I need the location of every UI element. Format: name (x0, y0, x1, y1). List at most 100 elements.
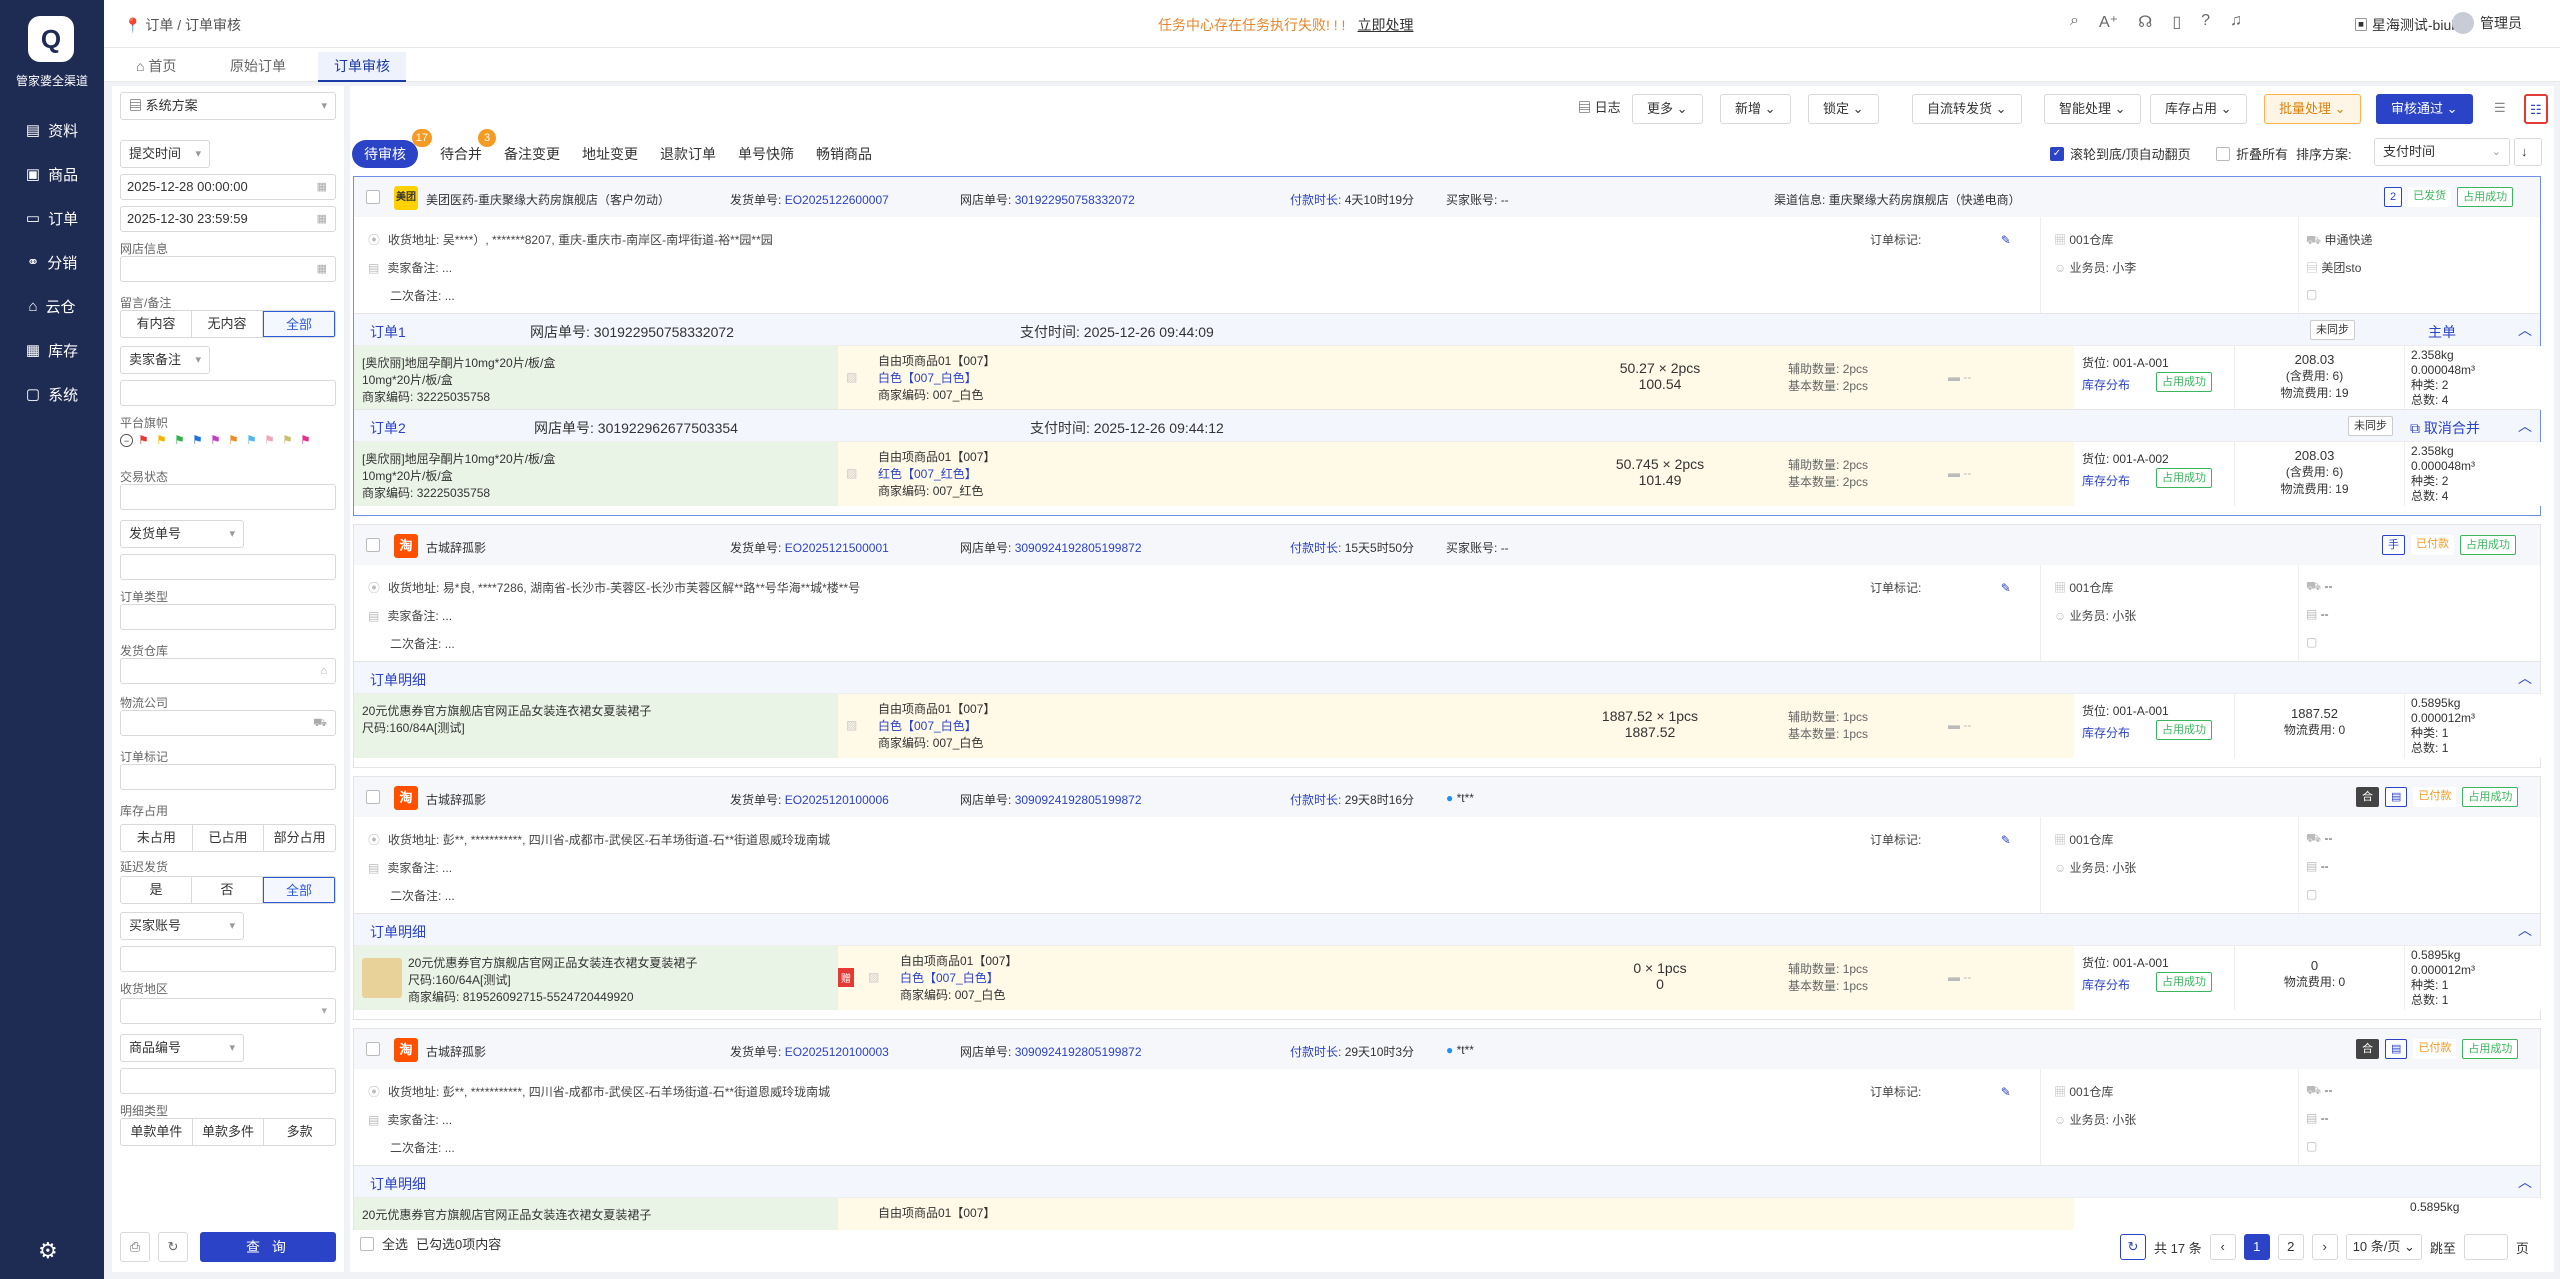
handle-now-link[interactable]: 立即处理 (1357, 17, 1413, 33)
start-time-input[interactable]: 2025-12-28 00:00:00 ▦ (120, 174, 336, 200)
nav-item-inventory[interactable]: ▦ 库存 (0, 330, 104, 370)
region-input[interactable]: ▾ (120, 998, 336, 1024)
nav-item-distribution[interactable]: ⚭ 分销 (0, 242, 104, 282)
edit-icon[interactable]: ✎ (2001, 1085, 2011, 1099)
nav-item-system[interactable]: ▢ 系统 (0, 374, 104, 414)
red-flag-icon[interactable]: ⚑ (138, 434, 151, 447)
scroll-paging-option[interactable]: ✓ 滚轮到底/顶自动翻页 (2050, 144, 2191, 163)
collapse-icon[interactable]: ︿ (2518, 668, 2532, 688)
fold-all-option[interactable]: 折叠所有 (2216, 144, 2288, 163)
tab-note-change[interactable]: 备注变更 (504, 140, 560, 168)
lightblue-flag-icon[interactable]: ⚑ (246, 434, 259, 447)
order-checkbox[interactable] (366, 790, 380, 804)
logistics-input[interactable]: ⛟ (120, 710, 336, 736)
order-card[interactable]: 淘 古城辞孤影 发货单号: EO2025120100003 网店单号: 3090… (353, 1028, 2542, 1230)
reset-icon[interactable]: ↻ (158, 1232, 188, 1262)
ship-no-input[interactable] (120, 554, 336, 580)
tab-refund[interactable]: 退款订单 (660, 140, 716, 168)
auto-ship-button[interactable]: 自流转发货 ⌄ (1912, 94, 2022, 124)
more-button[interactable]: 更多 ⌄ (1632, 94, 1703, 124)
buyer-input[interactable] (120, 946, 336, 972)
next-page-icon[interactable]: › (2311, 1234, 2338, 1260)
orange-flag-icon[interactable]: ⚑ (228, 434, 241, 447)
time-type-select[interactable]: 提交时间 ▾ (120, 140, 210, 168)
seller-note-select[interactable]: 卖家备注 ▾ (120, 346, 210, 374)
seller-note-input[interactable] (120, 380, 336, 406)
lock-button[interactable]: 锁定 ⌄ (1808, 94, 1879, 124)
stock-occupied[interactable]: 已占用 (193, 825, 265, 851)
batch-process-button[interactable]: 批量处理 ⌄ (2264, 94, 2361, 124)
log-button[interactable]: ▤ 日志 (1564, 94, 1635, 124)
no-flag-icon[interactable]: − (120, 434, 133, 447)
delay-yes[interactable]: 是 (121, 877, 192, 903)
pink-flag-icon[interactable]: ⚑ (264, 434, 277, 447)
order-checkbox[interactable] (366, 538, 380, 552)
search-icon[interactable]: ⌕ (2070, 12, 2079, 32)
scheme-select[interactable]: ▤ 系统方案 ▾ (120, 92, 336, 120)
approve-button[interactable]: 审核通过 ⌄ (2376, 94, 2473, 124)
stock-distribution-link[interactable]: 库存分布 (2082, 724, 2130, 741)
smart-process-button[interactable]: 智能处理 ⌄ (2044, 94, 2141, 124)
user-menu[interactable]: 管理员 (2452, 12, 2522, 34)
tab-order-review[interactable]: 订单审核 (318, 52, 406, 82)
stock-partial[interactable]: 部分占用 (264, 825, 335, 851)
order-card[interactable]: 美团 美团医药-重庆聚缘大药房旗舰店（客户勿动） 发货单号: EO2025122… (353, 176, 2542, 516)
cancel-merge-button[interactable]: ⧉ 取消合并 (2410, 418, 2480, 438)
font-size-icon[interactable]: A⁺ (2099, 12, 2118, 32)
settings-icon[interactable]: ⚙ (38, 1238, 58, 1264)
purple-flag-icon[interactable]: ⚑ (210, 434, 223, 447)
help-icon[interactable]: ? (2201, 12, 2210, 32)
select-all-checkbox[interactable] (360, 1236, 374, 1251)
khaki-flag-icon[interactable]: ⚑ (282, 434, 295, 447)
blue-flag-icon[interactable]: ⚑ (192, 434, 205, 447)
stock-distribution-link[interactable]: 库存分布 (2082, 976, 2130, 993)
edit-icon[interactable]: ✎ (2001, 833, 2011, 847)
page-1[interactable]: 1 (2243, 1234, 2270, 1260)
list-view-icon[interactable]: ☰ (2490, 94, 2510, 124)
tab-bestseller[interactable]: 畅销商品 (816, 140, 872, 168)
edit-icon[interactable]: ✎ (2001, 233, 2011, 247)
yellow-flag-icon[interactable]: ⚑ (156, 434, 169, 447)
msg-all[interactable]: 全部 (263, 311, 335, 337)
edit-icon[interactable]: ✎ (2001, 581, 2011, 595)
support-icon[interactable]: ☊ (2138, 12, 2152, 32)
card-view-icon[interactable]: ☷ (2524, 94, 2548, 124)
refresh-icon[interactable]: ↻ (2120, 1234, 2146, 1260)
nav-item-cloud[interactable]: ⌂ 云仓 (0, 286, 104, 326)
buyer-select[interactable]: 买家账号 ▾ (120, 912, 244, 940)
order-card[interactable]: 淘 古城辞孤影 发货单号: EO2025120100006 网店单号: 3090… (353, 776, 2542, 1020)
prev-page-icon[interactable]: ‹ (2209, 1234, 2236, 1260)
sort-select[interactable]: 支付时间 ⌄ (2374, 138, 2510, 166)
collapse-icon[interactable]: ︿ (2518, 416, 2532, 436)
detail-multi[interactable]: 多款 (264, 1119, 335, 1145)
tab-home[interactable]: ⌂ 首页 (120, 52, 192, 82)
jump-input[interactable] (2463, 1234, 2508, 1260)
ship-no-select[interactable]: 发货单号 ▾ (120, 520, 244, 548)
order-checkbox[interactable] (366, 190, 380, 204)
stock-unoccupied[interactable]: 未占用 (121, 825, 193, 851)
green-flag-icon[interactable]: ⚑ (174, 434, 187, 447)
magenta-flag-icon[interactable]: ⚑ (300, 434, 313, 447)
shop-info-input[interactable]: ▦ (120, 256, 336, 282)
tab-raw-orders[interactable]: 原始订单 (214, 52, 302, 82)
sort-direction-icon[interactable]: ↓ (2514, 138, 2542, 166)
tab-quick-filter[interactable]: 单号快筛 (738, 140, 794, 168)
tab-address-change[interactable]: 地址变更 (582, 140, 638, 168)
tab-pending-merge[interactable]: 待合并 3 (440, 129, 496, 168)
detail-single-multi[interactable]: 单款多件 (193, 1119, 265, 1145)
stock-distribution-link[interactable]: 库存分布 (2082, 376, 2130, 393)
order-type-input[interactable] (120, 604, 336, 630)
page-size-select[interactable]: 10 条/页 ⌄ (2345, 1234, 2422, 1260)
stock-distribution-link[interactable]: 库存分布 (2082, 472, 2130, 489)
order-card[interactable]: 淘 古城辞孤影 发货单号: EO2025121500001 网店单号: 3090… (353, 524, 2542, 768)
collapse-icon[interactable]: ︿ (2518, 920, 2532, 940)
warehouse-input[interactable]: ⌂ (120, 658, 336, 684)
order-mark-input[interactable] (120, 764, 336, 790)
msg-has-content[interactable]: 有内容 (121, 311, 192, 337)
book-icon[interactable]: ▯ (2172, 12, 2181, 32)
stock-occupy-button[interactable]: 库存占用 ⌄ (2150, 94, 2247, 124)
bell-icon[interactable]: ♫ (2230, 12, 2242, 32)
collapse-icon[interactable]: ︿ (2518, 1172, 2532, 1192)
msg-no-content[interactable]: 无内容 (192, 311, 263, 337)
query-button[interactable]: 查 询 (200, 1232, 336, 1262)
